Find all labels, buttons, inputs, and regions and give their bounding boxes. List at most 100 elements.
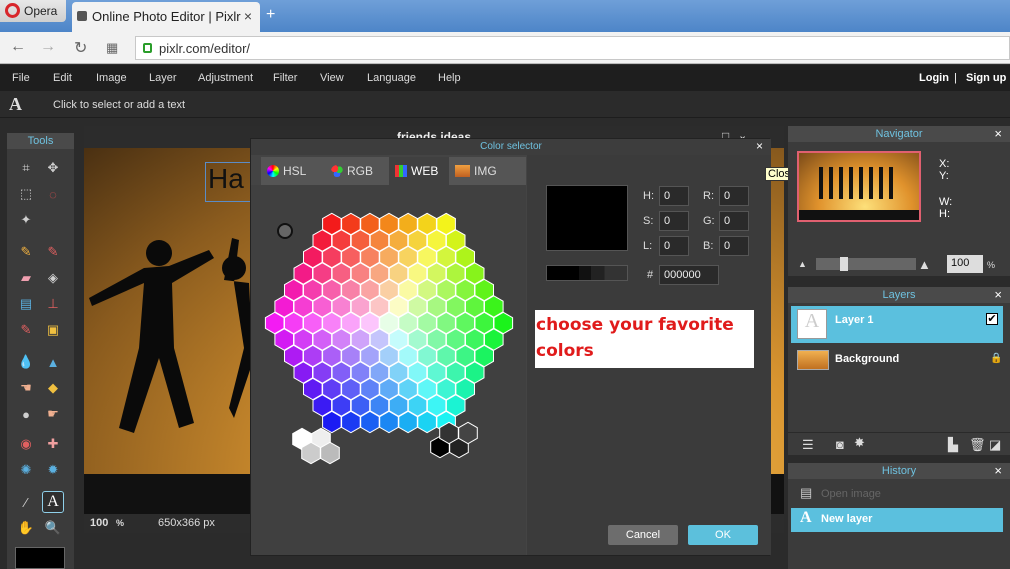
close-tab-icon[interactable]: × [244, 8, 252, 24]
layer-row-1[interactable]: A Layer 1 ✔ [791, 306, 1003, 343]
history-item-open-image[interactable]: ▤ Open image [791, 483, 1003, 507]
pinch-icon[interactable]: ✹ [42, 459, 64, 481]
brush-icon[interactable]: ✎ [42, 241, 64, 263]
zoom-value[interactable]: 100 [90, 517, 108, 529]
layer-lock-icon: 🔒 [990, 353, 1003, 364]
gray-swatch[interactable] [301, 441, 321, 465]
history-item-new-layer[interactable]: A New layer [791, 508, 1003, 532]
recent-colors-bar[interactable] [546, 265, 628, 281]
tab-img[interactable]: IMG [449, 157, 509, 185]
marquee-icon[interactable]: ⬚ [15, 183, 37, 205]
reload-icon[interactable]: ↻ [74, 38, 87, 58]
drawing-icon[interactable]: ▣ [42, 319, 64, 341]
tab-hsl[interactable]: HSL [261, 157, 325, 185]
clone-stamp-icon[interactable]: ⊥ [42, 293, 64, 315]
crop-icon[interactable]: ⌗ [15, 157, 37, 179]
palette-swatch[interactable] [493, 311, 514, 335]
navigator-zoom-field[interactable]: 100 [947, 255, 983, 273]
dodge-icon[interactable]: ● [15, 403, 37, 425]
history-close-icon[interactable]: × [994, 463, 1002, 478]
gray-swatch[interactable] [458, 421, 478, 445]
menu-image[interactable]: Image [96, 72, 127, 84]
speed-dial-icon[interactable]: ▦ [106, 40, 118, 56]
b-field[interactable]: 0 [719, 236, 749, 256]
browser-tab[interactable]: Online Photo Editor | Pixlr × [72, 2, 260, 32]
back-icon[interactable]: ← [10, 38, 26, 56]
tab-img-label: IMG [474, 164, 497, 178]
text-layer-box[interactable]: Ha [205, 162, 251, 202]
navigator-title: Navigator × [788, 126, 1010, 142]
color-picker-icon[interactable]: ⁄ [15, 491, 37, 513]
bucket-icon[interactable]: ◈ [42, 267, 64, 289]
layer-mask-icon[interactable]: ◙ [836, 437, 844, 452]
magic-wand-icon[interactable]: ✦ [15, 209, 37, 231]
menu-language[interactable]: Language [367, 72, 416, 84]
signup-link[interactable]: Sign up [966, 72, 1006, 84]
pencil-icon[interactable]: ✎ [15, 241, 37, 263]
navigator-thumbnail[interactable] [797, 151, 921, 222]
burn-icon[interactable]: ☛ [42, 403, 64, 425]
tab-web[interactable]: WEB [389, 157, 449, 185]
dialog-close-icon[interactable]: × [756, 139, 763, 153]
menu-file[interactable]: File [12, 72, 30, 84]
background-thumbnail [797, 350, 829, 370]
ok-button[interactable]: OK [688, 525, 758, 545]
forward-icon[interactable]: → [40, 38, 56, 56]
blur-icon[interactable]: 💧 [15, 351, 37, 373]
h-field[interactable]: 0 [659, 186, 689, 206]
layer-1-thumbnail: A [797, 309, 827, 339]
move-icon[interactable]: ✥ [42, 157, 64, 179]
navigator-close-icon[interactable]: × [994, 126, 1002, 141]
menu-layer[interactable]: Layer [149, 72, 177, 84]
new-layer-icon[interactable]: ▙ [948, 437, 958, 453]
hex-color-palette[interactable] [251, 185, 526, 555]
hand-icon[interactable]: ✋ [15, 517, 37, 539]
cancel-button[interactable]: Cancel [608, 525, 678, 545]
sponge-icon[interactable]: ◆ [42, 377, 64, 399]
menu-edit[interactable]: Edit [53, 72, 72, 84]
layer-styles-icon[interactable]: ✸ [854, 435, 865, 451]
login-link[interactable]: Login [919, 72, 949, 84]
menu-adjustment[interactable]: Adjustment [198, 72, 253, 84]
r-field[interactable]: 0 [719, 186, 749, 206]
menu-view[interactable]: View [320, 72, 344, 84]
lasso-icon[interactable]: ◌ [42, 183, 64, 205]
gray-swatch[interactable] [320, 441, 340, 465]
zoom-in-icon[interactable]: ▲ [918, 257, 931, 272]
l-field[interactable]: 0 [659, 236, 689, 256]
zoom-slider-track[interactable] [816, 257, 916, 271]
bloat-icon[interactable]: ✺ [15, 459, 37, 481]
spot-heal-icon[interactable]: ✚ [42, 433, 64, 455]
s-field[interactable]: 0 [659, 211, 689, 231]
layer-more-icon[interactable]: ◪ [989, 437, 1001, 453]
tab-rgb-label: RGB [347, 164, 374, 178]
zoom-out-icon[interactable]: ▲ [798, 259, 807, 269]
gray-swatch[interactable] [439, 421, 459, 445]
eraser-icon[interactable]: ▰ [15, 267, 37, 289]
url-field[interactable]: pixlr.com/editor/ [135, 36, 1010, 60]
opera-menu-button[interactable]: Opera [0, 0, 66, 22]
gradient-icon[interactable]: ▤ [15, 293, 37, 315]
new-tab-icon[interactable]: + [266, 6, 275, 24]
layers-close-icon[interactable]: × [994, 287, 1002, 302]
menu-filter[interactable]: Filter [273, 72, 297, 84]
g-field[interactable]: 0 [719, 211, 749, 231]
layer-settings-icon[interactable]: ☰ [802, 437, 814, 453]
red-eye-icon[interactable]: ◉ [15, 433, 37, 455]
color-replace-icon[interactable]: ✎ [15, 319, 37, 341]
delete-layer-icon[interactable]: 🗑 [969, 437, 986, 453]
text-tool-icon[interactable]: A [42, 491, 64, 513]
zoom-icon[interactable]: 🔍 [42, 517, 64, 539]
layer-visibility-checkbox[interactable]: ✔ [986, 313, 998, 325]
hex-field[interactable]: 000000 [659, 265, 719, 285]
menu-help[interactable]: Help [438, 72, 461, 84]
zoom-slider-handle[interactable] [840, 257, 848, 271]
foreground-color-swatch[interactable] [15, 547, 65, 569]
layer-row-background[interactable]: Background 🔒 [791, 344, 1003, 381]
tab-rgb[interactable]: RGB [325, 157, 389, 185]
smudge-icon[interactable]: ☚ [15, 377, 37, 399]
no-color-icon[interactable] [277, 223, 293, 239]
open-image-icon: ▤ [800, 485, 813, 500]
sharpen-icon[interactable]: ▲ [42, 351, 64, 373]
menu-separator: | [954, 72, 957, 84]
